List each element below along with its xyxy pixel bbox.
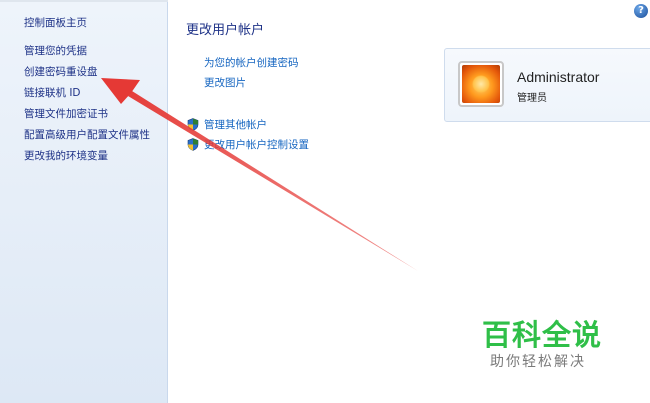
avatar [458, 61, 504, 107]
sidebar-item-create-reset-disk[interactable]: 创建密码重设盘 [24, 66, 150, 87]
watermark-title: 百科全说 [482, 318, 603, 352]
create-password-link[interactable]: 为您的帐户创建密码 [204, 55, 299, 70]
sidebar-task-list: 管理您的凭据 创建密码重设盘 链接联机 ID 管理文件加密证书 配置高级用户配置… [24, 45, 150, 171]
page-title: 更改用户帐户 [186, 23, 265, 38]
help-icon[interactable]: ? [634, 4, 648, 18]
sidebar: 控制面板主页 管理您的凭据 创建密码重设盘 链接联机 ID 管理文件加密证书 配… [0, 0, 650, 403]
manage-other-accounts-link[interactable]: 管理其他帐户 [204, 117, 267, 132]
sidebar-item-environment-vars[interactable]: 更改我的环境变量 [24, 150, 150, 171]
account-card: Administrator 管理员 [444, 48, 650, 122]
uac-shield-icon [187, 138, 199, 151]
sidebar-item-encryption-certs[interactable]: 管理文件加密证书 [24, 108, 150, 129]
sidebar-home-link[interactable]: 控制面板主页 [24, 15, 87, 30]
sidebar-item-manage-credentials[interactable]: 管理您的凭据 [24, 45, 150, 66]
uac-settings-link[interactable]: 更改用户帐户控制设置 [204, 137, 309, 152]
watermark-subtitle: 助你轻松解决 [490, 354, 586, 370]
flower-picture-icon [462, 65, 500, 103]
sidebar-item-advanced-profile[interactable]: 配置高级用户配置文件属性 [24, 129, 150, 150]
account-name: Administrator [517, 69, 600, 85]
uac-shield-icon [187, 118, 199, 131]
change-picture-link[interactable]: 更改图片 [204, 75, 246, 90]
sidebar-item-link-online-id[interactable]: 链接联机 ID [24, 87, 150, 108]
account-role: 管理员 [517, 93, 547, 104]
